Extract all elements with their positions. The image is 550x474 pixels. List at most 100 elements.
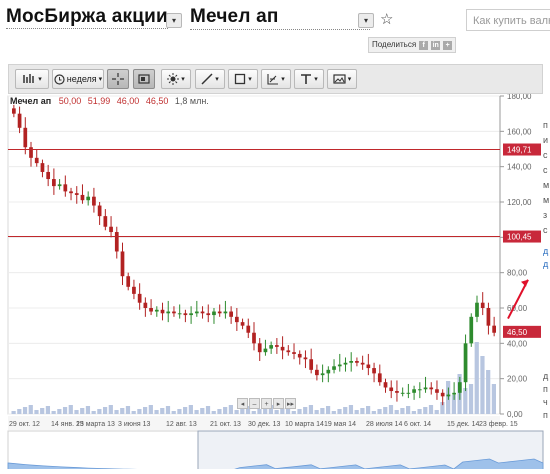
facebook-icon[interactable]: f xyxy=(419,40,429,50)
volume-bar xyxy=(320,408,325,414)
page-header: МосБиржа акции ▾ Мечел ап ▾ ☆ Как купить… xyxy=(0,0,550,64)
candle-body xyxy=(297,353,302,358)
candle-body xyxy=(126,276,131,287)
security-dropdown-button[interactable]: ▾ xyxy=(358,13,374,28)
candle-body xyxy=(143,302,148,308)
image-export-button[interactable]: ▾ xyxy=(327,69,357,89)
candle-body xyxy=(200,311,205,314)
volume-bar xyxy=(205,406,211,414)
volume-bar xyxy=(331,411,336,414)
period-dropdown[interactable]: неделя ▾ xyxy=(52,69,104,89)
side-letter: м xyxy=(543,195,550,205)
candle-body xyxy=(177,313,182,315)
volume-bar xyxy=(171,411,176,414)
side-letter: д xyxy=(543,371,549,381)
text-tool-button[interactable]: ▾ xyxy=(294,69,324,89)
candle-body xyxy=(320,373,325,376)
fib-tool-button[interactable]: ▾ xyxy=(261,69,291,89)
side-link[interactable]: д xyxy=(543,246,548,256)
candle-body xyxy=(97,205,102,217)
volume-bar xyxy=(371,411,376,414)
volume-bar xyxy=(223,407,228,414)
more-share-icon[interactable]: + xyxy=(443,40,453,50)
level-badge-label: 149,71 xyxy=(507,146,532,155)
volume-bar xyxy=(480,356,485,414)
candle-body xyxy=(23,127,28,148)
candle-mode-icon xyxy=(138,74,150,84)
volume-bar xyxy=(125,406,131,414)
candle-body xyxy=(17,113,22,128)
candle-body xyxy=(183,313,188,316)
side-letter: ч xyxy=(543,397,548,407)
indicators-icon xyxy=(167,73,180,85)
zoom-out-button[interactable]: – xyxy=(249,398,260,409)
candle-body xyxy=(343,362,348,365)
shape-tool-icon xyxy=(235,73,246,85)
shape-tool-button[interactable]: ▾ xyxy=(228,69,258,89)
x-tick-label: 30 дек. 13 xyxy=(248,421,281,428)
candle-body xyxy=(240,322,245,326)
volume-bar xyxy=(74,410,79,414)
volume-bar xyxy=(423,407,428,414)
x-tick-label: 12 авг. 13 xyxy=(166,421,197,428)
security-title[interactable]: Мечел ап xyxy=(190,6,279,28)
period-label: неделя xyxy=(66,74,97,84)
volume-bar xyxy=(211,411,216,414)
volume-bar xyxy=(406,406,411,414)
candle-body xyxy=(172,311,176,314)
last-price-label: 46,50 xyxy=(507,328,528,337)
candle-mode-button[interactable] xyxy=(133,69,155,89)
side-letter: и xyxy=(543,135,549,145)
volume-bar xyxy=(303,407,308,414)
line-tool-button[interactable]: ▾ xyxy=(195,69,225,89)
volume-bar xyxy=(463,388,468,414)
x-tick-label: 29 окт. 12 xyxy=(9,421,40,428)
chart-area[interactable]: 180,00160,00140,00120,00100,0080,0060,00… xyxy=(0,92,550,474)
volume-bar xyxy=(291,411,296,414)
candle-body xyxy=(303,357,308,360)
scroll-left-button[interactable]: ◂ xyxy=(237,398,248,409)
quote-low: 46,00 xyxy=(116,96,140,106)
side-link[interactable]: д xyxy=(543,259,548,269)
scroll-end-button[interactable]: ▸▸ xyxy=(285,398,296,409)
side-letter: с xyxy=(543,150,548,160)
volume-bar xyxy=(365,406,371,414)
volume-bar xyxy=(114,410,119,414)
indicators-button[interactable]: ▾ xyxy=(161,69,191,89)
volume-bar xyxy=(45,406,51,414)
candle-body xyxy=(189,313,193,316)
candle-body xyxy=(280,346,285,351)
price-chart[interactable]: 180,00160,00140,00120,00100,0080,0060,00… xyxy=(0,92,550,474)
candle-body xyxy=(12,108,16,114)
candle-body xyxy=(463,343,468,383)
search-input[interactable]: Как купить валюту xyxy=(466,9,550,31)
volume-bar xyxy=(17,409,22,414)
candle-body xyxy=(86,196,91,201)
chart-type-button[interactable]: ▾ xyxy=(15,69,49,89)
candle-body xyxy=(252,332,256,344)
scroll-right-button[interactable]: ▸ xyxy=(273,398,284,409)
plot-frame xyxy=(7,95,501,415)
volume-bar xyxy=(143,407,148,414)
volume-bar xyxy=(183,407,188,414)
market-title[interactable]: МосБиржа акции xyxy=(6,6,168,29)
candle-body xyxy=(486,308,491,326)
volume-bar xyxy=(131,411,136,414)
market-dropdown-button[interactable]: ▾ xyxy=(166,13,182,28)
candle-body xyxy=(223,311,228,314)
zoom-in-button[interactable]: + xyxy=(261,398,272,409)
volume-bar xyxy=(62,407,68,414)
volume-bar xyxy=(11,411,16,414)
linkedin-icon[interactable]: in xyxy=(431,40,441,50)
candle-body xyxy=(372,368,376,374)
candle-body xyxy=(275,345,279,347)
y-tick-label: 0,00 xyxy=(507,410,523,419)
volume-bar xyxy=(274,410,279,414)
share-button[interactable]: Поделиться f in + xyxy=(368,37,457,53)
candle-body xyxy=(257,343,262,353)
volume-bar xyxy=(234,410,239,414)
candle-body xyxy=(74,193,79,195)
volume-bar xyxy=(491,384,496,414)
favorite-star-icon[interactable]: ☆ xyxy=(380,10,393,28)
crosshair-button[interactable] xyxy=(107,69,129,89)
